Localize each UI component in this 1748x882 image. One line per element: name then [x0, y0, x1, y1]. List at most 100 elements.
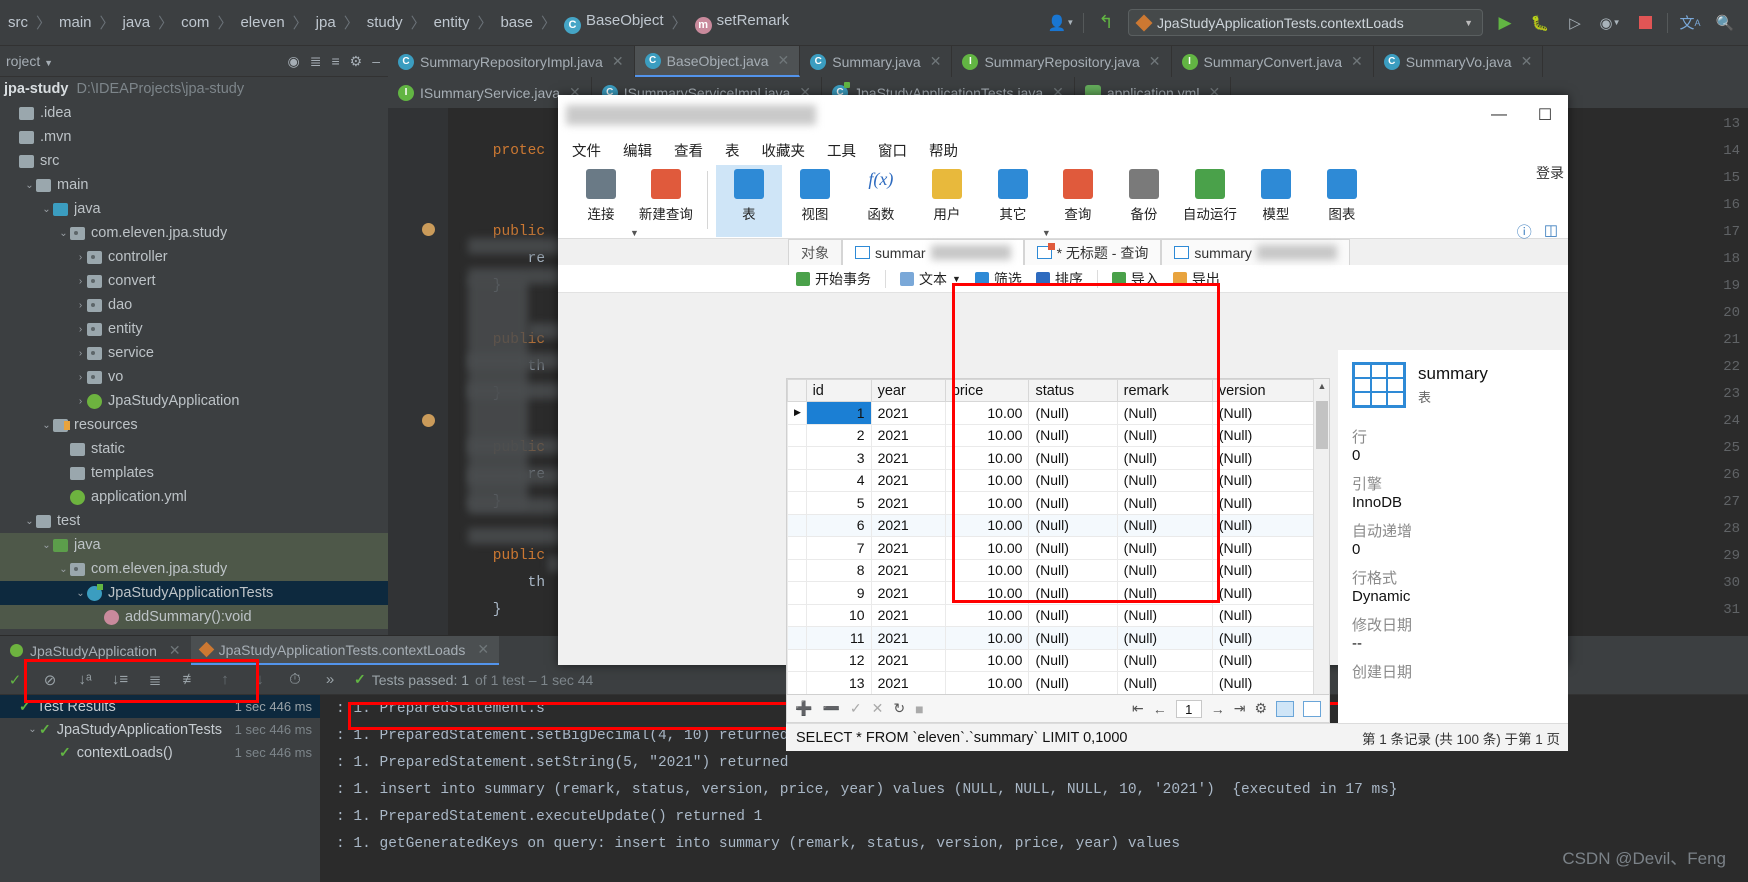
grid-row[interactable]: 12 2021 10.00 (Null) (Null) (Null) [787, 648, 1329, 672]
grid-cell-price[interactable]: 10.00 [944, 513, 1030, 537]
tree-item-jpastudyapplicationtests[interactable]: ⌄ JpaStudyApplicationTests [0, 581, 388, 605]
tree-item-addsummary-void[interactable]: addSummary():void [0, 605, 388, 629]
grid-cell-id[interactable]: 8 [805, 558, 872, 582]
grid-row[interactable]: 13 2021 10.00 (Null) (Null) (Null) [787, 671, 1329, 694]
next-failed-icon[interactable]: ↓ [249, 669, 271, 691]
menu-item-窗口[interactable]: 窗口 [878, 140, 907, 161]
grid-cell-status[interactable]: (Null) [1028, 648, 1118, 672]
grid-cell-price[interactable]: 10.00 [944, 491, 1030, 515]
profile-button[interactable]: ◉ ▼ [1597, 10, 1623, 36]
tree-item-resources[interactable]: ⌄ resources [0, 413, 388, 437]
row-marker[interactable]: ▶ [787, 401, 807, 425]
grid-settings-icon[interactable]: ⚙ [1254, 700, 1267, 717]
grid-cell-remark[interactable]: (Null) [1116, 536, 1213, 560]
breakpoint-marker[interactable] [422, 223, 435, 236]
settings-gear-icon[interactable]: ⚙ [350, 53, 363, 70]
prev-page-button[interactable]: ← [1153, 701, 1167, 717]
grid-cell-remark[interactable]: (Null) [1116, 446, 1213, 470]
breadcrumb-item-eleven[interactable]: eleven [238, 14, 286, 31]
grid-cell-price[interactable]: 10.00 [944, 468, 1030, 492]
tree-item-convert[interactable]: › convert [0, 269, 388, 293]
grid-cell-year[interactable]: 2021 [870, 626, 946, 650]
grid-cell-version[interactable]: (Null) [1211, 626, 1329, 650]
grid-cell-id[interactable]: 1 [805, 401, 872, 425]
grid-cell-year[interactable]: 2021 [870, 423, 946, 447]
cancel-change-button[interactable]: ✕ [872, 700, 884, 717]
action-filter-button[interactable]: 筛选 [974, 269, 1022, 289]
grid-cell-status[interactable]: (Null) [1028, 558, 1118, 582]
grid-row[interactable]: 11 2021 10.00 (Null) (Null) (Null) [787, 626, 1329, 650]
editor-tab-summary-java[interactable]: C Summary.java ✕ [800, 46, 953, 77]
ribbon-user-button[interactable]: 用户 [914, 165, 980, 223]
tree-item-controller[interactable]: › controller [0, 245, 388, 269]
navicat-tab-summar[interactable]: summar [842, 239, 1024, 265]
grid-cell-year[interactable]: 2021 [870, 581, 946, 605]
test-row-jpastudyapplicationtests[interactable]: ⌄ ✓ JpaStudyApplicationTests 1 sec 446 ms [0, 718, 320, 741]
breadcrumb-item-jpa[interactable]: jpa [314, 14, 338, 31]
grid-cell-status[interactable]: (Null) [1028, 446, 1118, 470]
tree-item-java[interactable]: ⌄ java [0, 197, 388, 221]
grid-cell-status[interactable]: (Null) [1028, 401, 1118, 425]
stop-button[interactable]: ■ [915, 701, 923, 717]
grid-cell-id[interactable]: 3 [805, 446, 872, 470]
grid-cell-year[interactable]: 2021 [870, 513, 946, 537]
close-icon[interactable]: ✕ [1521, 53, 1533, 70]
minimize-button[interactable]: — [1476, 95, 1522, 135]
tree-item-service[interactable]: › service [0, 341, 388, 365]
grid-cell-price[interactable]: 10.00 [944, 648, 1030, 672]
close-icon[interactable]: ✕ [477, 641, 489, 658]
row-marker[interactable] [787, 603, 807, 627]
breadcrumb-item-baseobject[interactable]: C BaseObject [562, 12, 666, 34]
grid-cell-price[interactable]: 10.00 [944, 626, 1030, 650]
apply-change-button[interactable]: ✓ [850, 700, 862, 717]
grid-cell-version[interactable]: (Null) [1211, 648, 1329, 672]
menu-item-帮助[interactable]: 帮助 [929, 140, 958, 161]
grid-row[interactable]: 7 2021 10.00 (Null) (Null) (Null) [787, 536, 1329, 560]
expand-all-icon[interactable]: ≣ [144, 669, 166, 691]
run-button[interactable]: ▶ [1492, 10, 1518, 36]
close-icon[interactable]: ✕ [778, 52, 790, 69]
editor-tab-summaryrepositoryimpl-java[interactable]: C SummaryRepositoryImpl.java ✕ [388, 46, 635, 77]
grid-cell-price[interactable]: 10.00 [944, 536, 1030, 560]
chevron-down-icon[interactable]: ▼ [1042, 228, 1051, 238]
action-import-button[interactable]: 导入 [1111, 269, 1159, 289]
test-row-test-results[interactable]: ✓ Test Results 1 sec 446 ms [0, 695, 320, 718]
navicat-tab-summary[interactable]: summary [1161, 239, 1350, 265]
grid-cell-year[interactable]: 2021 [870, 401, 946, 425]
row-marker[interactable] [787, 491, 807, 515]
chevron-down-icon[interactable]: ⌄ [26, 724, 39, 735]
grid-cell-version[interactable]: (Null) [1211, 513, 1329, 537]
tree-item--idea[interactable]: .idea [0, 101, 388, 125]
menu-item-收藏夹[interactable]: 收藏夹 [762, 140, 806, 161]
refresh-button[interactable]: ↻ [893, 700, 905, 717]
row-marker[interactable] [787, 423, 807, 447]
grid-cell-year[interactable]: 2021 [870, 446, 946, 470]
grid-row[interactable]: 8 2021 10.00 (Null) (Null) (Null) [787, 558, 1329, 582]
grid-cell-year[interactable]: 2021 [870, 536, 946, 560]
grid-cell-id[interactable]: 12 [805, 648, 872, 672]
code-line[interactable]: th [458, 575, 545, 591]
editor-tab-summaryrepository-java[interactable]: I SummaryRepository.java ✕ [952, 46, 1172, 77]
grid-cell-version[interactable]: (Null) [1211, 491, 1329, 515]
maximize-button[interactable]: ☐ [1522, 95, 1568, 135]
page-number-input[interactable]: 1 [1175, 699, 1202, 718]
last-page-button[interactable]: ⇥ [1234, 700, 1246, 717]
grid-cell-id[interactable]: 10 [805, 603, 872, 627]
tree-item-static[interactable]: static [0, 437, 388, 461]
project-panel-title[interactable]: roject ▼ [0, 53, 53, 69]
row-marker[interactable] [787, 626, 807, 650]
chevron-down-icon[interactable]: ▼ [630, 228, 639, 238]
grid-cell-status[interactable]: (Null) [1028, 626, 1118, 650]
grid-cell-remark[interactable]: (Null) [1116, 513, 1213, 537]
previous-failed-icon[interactable]: ↑ [214, 669, 236, 691]
ribbon-function-button[interactable]: f(x) 函数 [848, 165, 914, 223]
tree-item-application-yml[interactable]: application.yml [0, 485, 388, 509]
grid-cell-version[interactable]: (Null) [1211, 581, 1329, 605]
chevron-right-icon[interactable]: › [74, 324, 87, 335]
action-transaction-button[interactable]: 开始事务 [796, 269, 871, 289]
translate-icon[interactable]: 文A [1677, 10, 1703, 36]
close-icon[interactable]: ✕ [1351, 53, 1363, 70]
ribbon-chart-button[interactable]: 图表 [1309, 165, 1375, 223]
grid-cell-price[interactable]: 10.00 [944, 446, 1030, 470]
tree-item-jpastudyapplication[interactable]: › JpaStudyApplication [0, 389, 388, 413]
